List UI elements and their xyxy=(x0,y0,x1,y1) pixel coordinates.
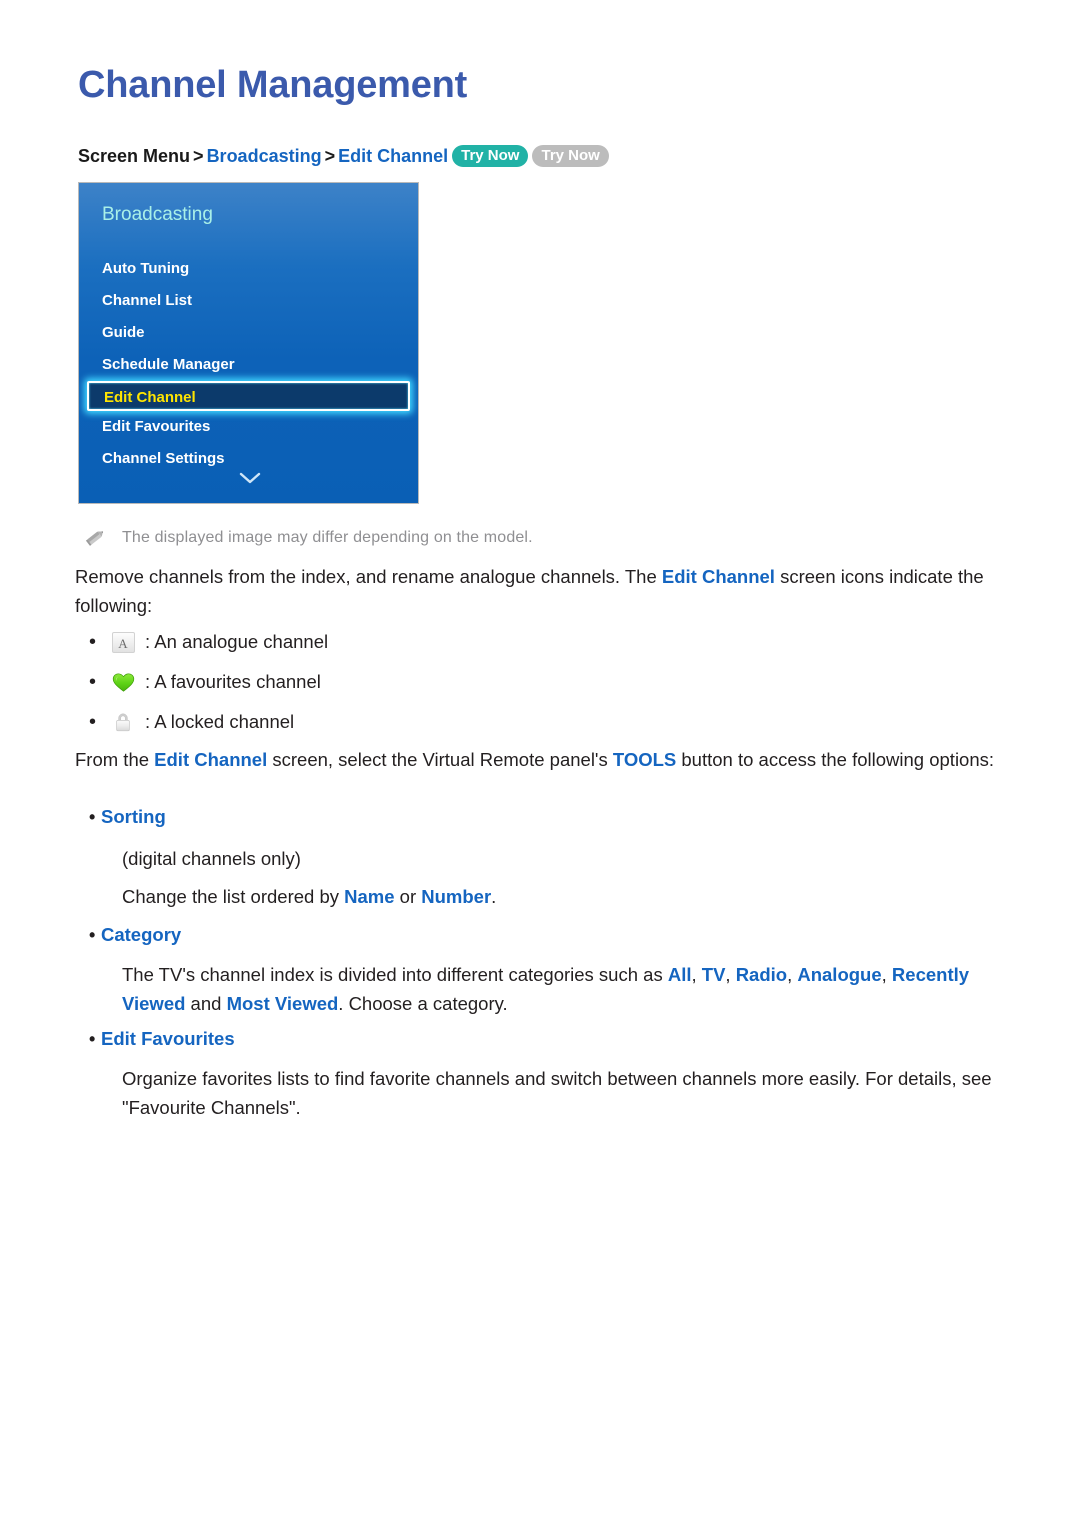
option-heading-category: • Category xyxy=(75,924,181,946)
category-link-radio[interactable]: Radio xyxy=(736,964,787,985)
analogue-channel-icon-letter: A xyxy=(111,631,135,653)
category-sep-4: , xyxy=(881,964,892,985)
option-heading-edit-favourites: • Edit Favourites xyxy=(75,1028,235,1050)
tv-menu-item-guide[interactable]: Guide xyxy=(79,317,418,349)
tools-link-tools[interactable]: TOOLS xyxy=(613,749,676,770)
option-title-sorting[interactable]: Sorting xyxy=(101,806,166,827)
chevron-down-icon[interactable] xyxy=(79,471,418,488)
page-title: Channel Management xyxy=(78,64,468,106)
list-bullet: • xyxy=(89,925,96,945)
legend-label-locked: : A locked channel xyxy=(145,711,295,732)
sorting-desc-text-1: Change the list ordered by xyxy=(122,886,345,907)
category-link-tv[interactable]: TV xyxy=(702,964,726,985)
list-bullet: • xyxy=(89,671,97,693)
list-bullet: • xyxy=(89,631,97,653)
category-desc-text-1: The TV's channel index is divided into d… xyxy=(122,964,668,985)
legend-row-locked: • : A locked channel xyxy=(75,702,675,742)
legend-row-analogue: • A : An analogue channel xyxy=(75,622,675,662)
tv-menu-panel: Broadcasting Auto Tuning Channel List Gu… xyxy=(78,182,419,504)
list-bullet: • xyxy=(89,711,97,733)
icon-legend-list: • A : An analogue channel •: A favourit… xyxy=(75,622,675,742)
category-link-analogue[interactable]: Analogue xyxy=(797,964,881,985)
tv-menu-item-edit-channel[interactable]: Edit Channel xyxy=(87,381,410,411)
try-now-badge-secondary[interactable]: Try Now xyxy=(532,145,609,167)
model-note-text: The displayed image may differ depending… xyxy=(122,529,533,546)
category-sep-1: , xyxy=(691,964,702,985)
category-sep-2: , xyxy=(725,964,736,985)
pencil-icon xyxy=(82,527,108,549)
tv-menu-header: Broadcasting xyxy=(102,204,213,225)
legend-label-favourite: : A favourites channel xyxy=(145,671,321,692)
category-link-most-viewed[interactable]: Most Viewed xyxy=(227,993,339,1014)
analogue-channel-icon: A xyxy=(101,631,145,653)
legend-label-analogue: : An analogue channel xyxy=(145,631,329,652)
sorting-link-name[interactable]: Name xyxy=(344,886,394,907)
tools-paragraph: From the Edit Channel screen, select the… xyxy=(75,745,1035,774)
tv-menu-item-auto-tuning[interactable]: Auto Tuning xyxy=(79,253,418,285)
model-note: The displayed image may differ depending… xyxy=(82,527,533,549)
option-desc-category: The TV's channel index is divided into d… xyxy=(122,960,992,1018)
option-title-edit-favourites[interactable]: Edit Favourites xyxy=(101,1028,235,1049)
locked-padlock-icon xyxy=(101,711,145,733)
tv-menu-item-schedule-manager[interactable]: Schedule Manager xyxy=(79,349,418,381)
option-title-category[interactable]: Category xyxy=(101,924,181,945)
breadcrumb-root: Screen Menu xyxy=(78,146,191,166)
list-bullet: • xyxy=(89,807,96,827)
intro-paragraph: Remove channels from the index, and rena… xyxy=(75,562,1005,620)
list-bullet: • xyxy=(89,1029,96,1049)
category-link-all[interactable]: All xyxy=(668,964,692,985)
breadcrumb-separator-2: > xyxy=(324,146,336,166)
category-sep-3: , xyxy=(787,964,798,985)
intro-link-edit-channel[interactable]: Edit Channel xyxy=(662,566,775,587)
breadcrumb: Screen Menu > Broadcasting > Edit Channel Try… xyxy=(78,143,609,169)
option-desc-edit-favourites: Organize favorites lists to find favorit… xyxy=(122,1068,992,1118)
option-desc-sorting: Change the list ordered by Name or Numbe… xyxy=(122,882,942,911)
tools-text-3: button to access the following options: xyxy=(676,749,995,770)
sorting-desc-text-3: . xyxy=(491,886,497,907)
category-desc-text-3: . Choose a category. xyxy=(338,993,508,1014)
document-page: Channel Management Screen Menu > Broadcast… xyxy=(0,0,1080,1527)
tv-menu-item-edit-favourites[interactable]: Edit Favourites xyxy=(79,411,418,443)
sorting-link-number[interactable]: Number xyxy=(421,886,491,907)
legend-row-favourite: • : A favourites channel xyxy=(75,662,675,702)
tv-menu-item-channel-list[interactable]: Channel List xyxy=(79,285,418,317)
tools-text-2: screen, select the Virtual Remote panel'… xyxy=(267,749,613,770)
sorting-desc-text-2: or xyxy=(394,886,422,907)
try-now-badge-primary[interactable]: Try Now xyxy=(452,145,529,167)
option-heading-sorting: • Sorting xyxy=(75,806,166,828)
category-desc-text-2: and xyxy=(185,993,227,1014)
tv-menu-list: Auto Tuning Channel List Guide Schedule … xyxy=(79,253,418,475)
breadcrumb-level1[interactable]: Broadcasting xyxy=(207,146,322,166)
tools-link-edit-channel[interactable]: Edit Channel xyxy=(154,749,267,770)
favourite-heart-icon xyxy=(101,672,145,693)
breadcrumb-level2[interactable]: Edit Channel xyxy=(338,146,448,166)
option-note-sorting: (digital channels only) xyxy=(122,848,301,869)
breadcrumb-separator-1: > xyxy=(193,146,204,166)
tools-text-1: From the xyxy=(75,749,155,770)
intro-text-1: Remove channels from the index, and rena… xyxy=(75,566,662,587)
